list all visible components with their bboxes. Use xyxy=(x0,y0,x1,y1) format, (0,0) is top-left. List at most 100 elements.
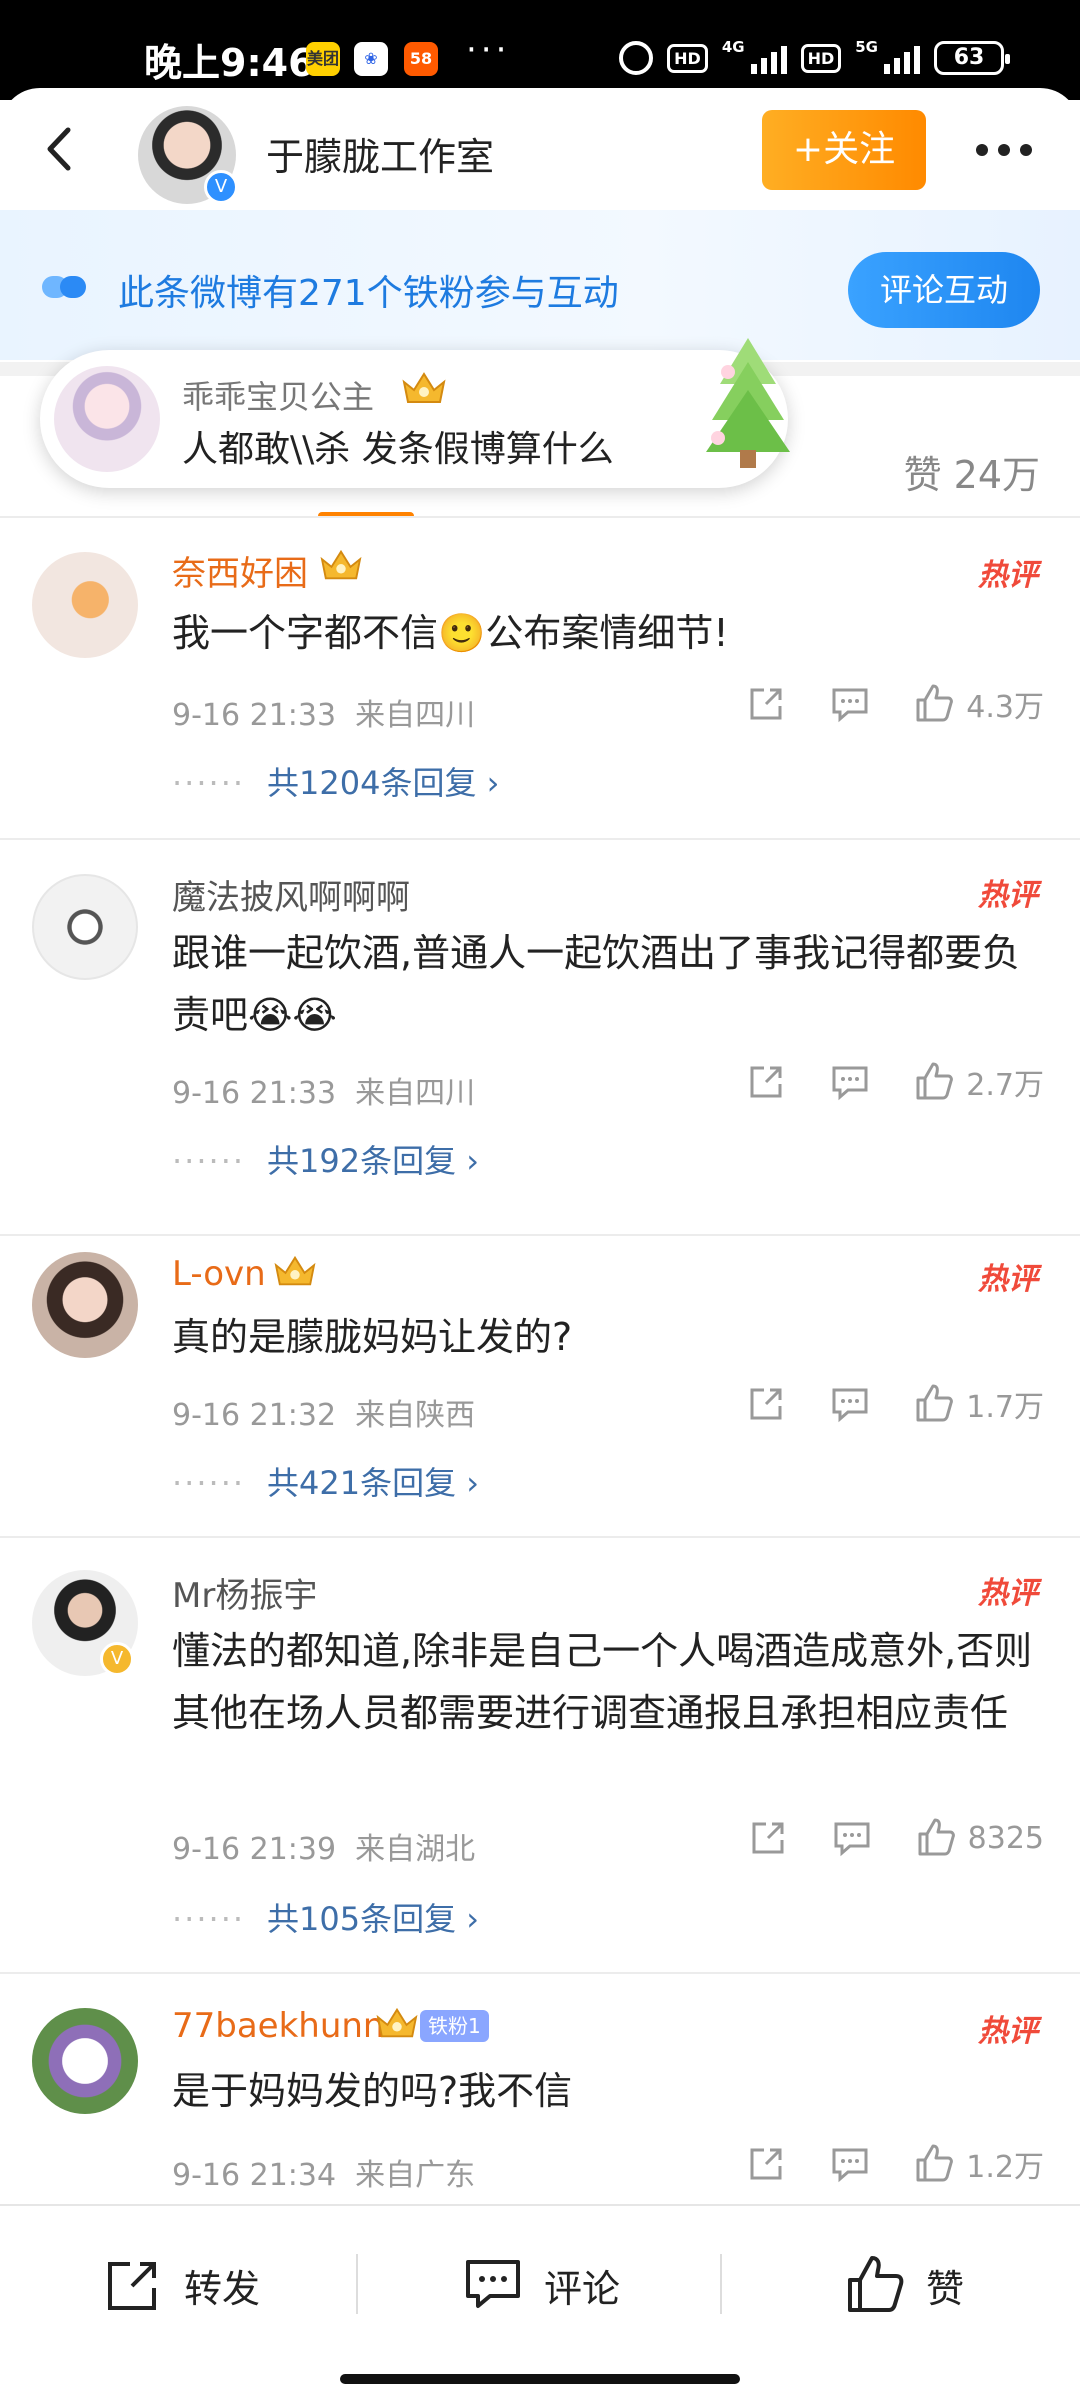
repost-button[interactable]: 转发 xyxy=(102,2254,260,2316)
hot-comment-badge: 热评 xyxy=(978,1262,1038,1297)
hot-comment-badge: 热评 xyxy=(978,2014,1038,2049)
divider xyxy=(356,2254,358,2314)
share-icon[interactable] xyxy=(744,1382,788,1426)
back-arrow-icon[interactable] xyxy=(36,124,86,174)
comment-time: 9-16 21:34 xyxy=(172,2158,337,2193)
comment-icon[interactable] xyxy=(828,682,872,726)
floating-comment-card[interactable]: 乖乖宝贝公主 人都敢\\杀 发条假博算什么 xyxy=(40,338,790,488)
like-post-button[interactable]: 赞 xyxy=(844,2254,964,2316)
alarm-icon xyxy=(619,41,654,75)
crown-icon xyxy=(376,2007,418,2038)
divider xyxy=(720,2254,722,2314)
view-replies-link[interactable]: ······ 共105条回复 › xyxy=(172,1894,479,1940)
battery-icon: 63 xyxy=(934,41,1010,75)
share-icon[interactable] xyxy=(746,1816,790,1860)
comment-text: 跟谁一起饮酒,普通人一起饮酒出了事我记得都要负责吧😭😭 xyxy=(172,931,1021,1037)
comment-meta: 9-16 21:39 来自湖北 xyxy=(172,1824,475,1868)
comment-icon[interactable] xyxy=(830,1816,874,1860)
comment-text: 是于妈妈发的吗?我不信 xyxy=(172,2069,573,2113)
meituan-app-icon: 美团 xyxy=(306,42,340,76)
like-button[interactable]: 2.7万 xyxy=(912,1060,1044,1104)
thumbs-up-icon xyxy=(848,2256,904,2312)
share-icon[interactable] xyxy=(744,1060,788,1104)
comment-icon[interactable] xyxy=(828,1060,872,1104)
58-app-icon: 58 xyxy=(404,42,438,76)
like-count: 1.2万 xyxy=(966,2150,1044,2185)
avatar[interactable] xyxy=(32,1252,138,1358)
comment-text: 我一个字都不信🙂公布案情细节! xyxy=(172,611,729,655)
comment-item: 魔法披风啊啊啊 热评 跟谁一起饮酒,普通人一起饮酒出了事我记得都要负责吧😭😭 9… xyxy=(0,838,1080,1234)
comment-icon[interactable] xyxy=(828,1382,872,1426)
crown-icon xyxy=(274,1255,316,1286)
view-replies-link[interactable]: ······ 共192条回复 › xyxy=(172,1136,479,1182)
comment-location: 来自广东 xyxy=(355,2158,476,2193)
thumbs-up-icon xyxy=(916,1062,954,1100)
comment-time: 9-16 21:39 xyxy=(172,1832,337,1867)
fan-level-badge: 铁粉1 xyxy=(420,2010,489,2042)
comment-username[interactable]: Mr杨振宇 xyxy=(172,1568,317,1617)
comment-interact-button[interactable]: 评论互动 xyxy=(848,252,1040,328)
home-indicator[interactable] xyxy=(340,2374,740,2384)
comment-username[interactable]: 奈西好困 xyxy=(172,546,308,595)
like-button[interactable]: 4.3万 xyxy=(912,682,1044,726)
hot-comment-badge: 热评 xyxy=(978,878,1038,913)
comment-time: 9-16 21:33 xyxy=(172,698,337,733)
comment-actions: 1.7万 xyxy=(744,1382,1044,1426)
like-count: 1.7万 xyxy=(966,1390,1044,1425)
like-button[interactable]: 8325 xyxy=(914,1816,1044,1860)
network-5g-label: 5G xyxy=(855,38,878,56)
status-time: 晚上9:46 xyxy=(144,41,315,85)
crown-icon xyxy=(320,549,362,580)
thumbs-up-icon xyxy=(916,684,954,722)
like-button[interactable]: 1.2万 xyxy=(912,2142,1044,2186)
share-icon[interactable] xyxy=(744,2142,788,2186)
avatar xyxy=(54,366,160,472)
bottom-action-bar: 转发 评论 赞 xyxy=(0,2204,1080,2400)
status-bar: 晚上9:46 美团 ❀ 58 ··· HD 4G HD 5G 63 xyxy=(0,0,1080,100)
follow-button[interactable]: +关注 xyxy=(762,110,926,190)
signal-icon xyxy=(750,42,787,74)
comment-location: 来自湖北 xyxy=(355,1832,476,1867)
comment-button[interactable]: 评论 xyxy=(462,2254,620,2316)
verified-badge-icon: V xyxy=(100,1642,134,1676)
verified-badge-icon: V xyxy=(204,170,238,204)
comment-meta: 9-16 21:32 来自陕西 xyxy=(172,1390,475,1434)
hd-icon: HD xyxy=(667,43,708,73)
thumbs-up-icon xyxy=(916,1384,954,1422)
comment-meta: 9-16 21:33 来自四川 xyxy=(172,690,475,734)
hd-icon-2: HD xyxy=(800,43,842,73)
comment-username[interactable]: 77baekhunn xyxy=(172,2006,384,2046)
like-count: 4.3万 xyxy=(966,690,1044,725)
comment-time: 9-16 21:33 xyxy=(172,1076,337,1111)
tab-likes[interactable]: 赞 24万 xyxy=(904,444,1040,499)
comment-icon[interactable] xyxy=(828,2142,872,2186)
comment-icon xyxy=(466,2260,520,2308)
avatar[interactable] xyxy=(32,552,138,658)
comment-location: 来自四川 xyxy=(355,1076,476,1111)
avatar[interactable] xyxy=(32,874,138,980)
page-title[interactable]: 于朦胧工作室 xyxy=(266,126,494,181)
comment-text: 懂法的都知道,除非是自己一个人喝酒造成意外,否则其他在场人员都需要进行调查通报且… xyxy=(172,1629,1033,1735)
comment-item: 77baekhunn 铁粉1 热评 是于妈妈发的吗?我不信 9-16 21:34… xyxy=(0,1972,1080,2204)
comment-meta: 9-16 21:33 来自四川 xyxy=(172,1068,475,1112)
like-count: 8325 xyxy=(967,1820,1044,1856)
view-replies-link[interactable]: ······ 共421条回复 › xyxy=(172,1458,479,1504)
more-options-icon[interactable] xyxy=(976,144,1032,156)
share-icon[interactable] xyxy=(744,682,788,726)
view-replies-link[interactable]: ······ 共1204条回复 › xyxy=(172,758,499,804)
like-button[interactable]: 1.7万 xyxy=(912,1382,1044,1426)
avatar[interactable] xyxy=(32,2008,138,2114)
comment-actions: 8325 xyxy=(746,1816,1044,1860)
comment-item: 奈西好困 热评 我一个字都不信🙂公布案情细节! 9-16 21:33 来自四川 … xyxy=(0,516,1080,838)
thumbs-up-icon xyxy=(916,2144,954,2182)
comment-time: 9-16 21:32 xyxy=(172,1398,337,1433)
comment-label: 评论 xyxy=(544,2266,621,2311)
comment-username[interactable]: 魔法披风啊啊啊 xyxy=(172,870,410,919)
comment-item: L-ovn 热评 真的是朦胧妈妈让发的? 9-16 21:32 来自陕西 1.7… xyxy=(0,1234,1080,1536)
fan-interaction-banner: 此条微博有271个铁粉参与互动 评论互动 xyxy=(0,210,1080,360)
comment-location: 来自陕西 xyxy=(355,1398,476,1433)
comment-actions: 2.7万 xyxy=(744,1060,1044,1104)
hot-comment-badge: 热评 xyxy=(978,1576,1038,1611)
status-indicators: HD 4G HD 5G 63 xyxy=(619,38,1010,78)
comment-username[interactable]: L-ovn xyxy=(172,1254,266,1294)
